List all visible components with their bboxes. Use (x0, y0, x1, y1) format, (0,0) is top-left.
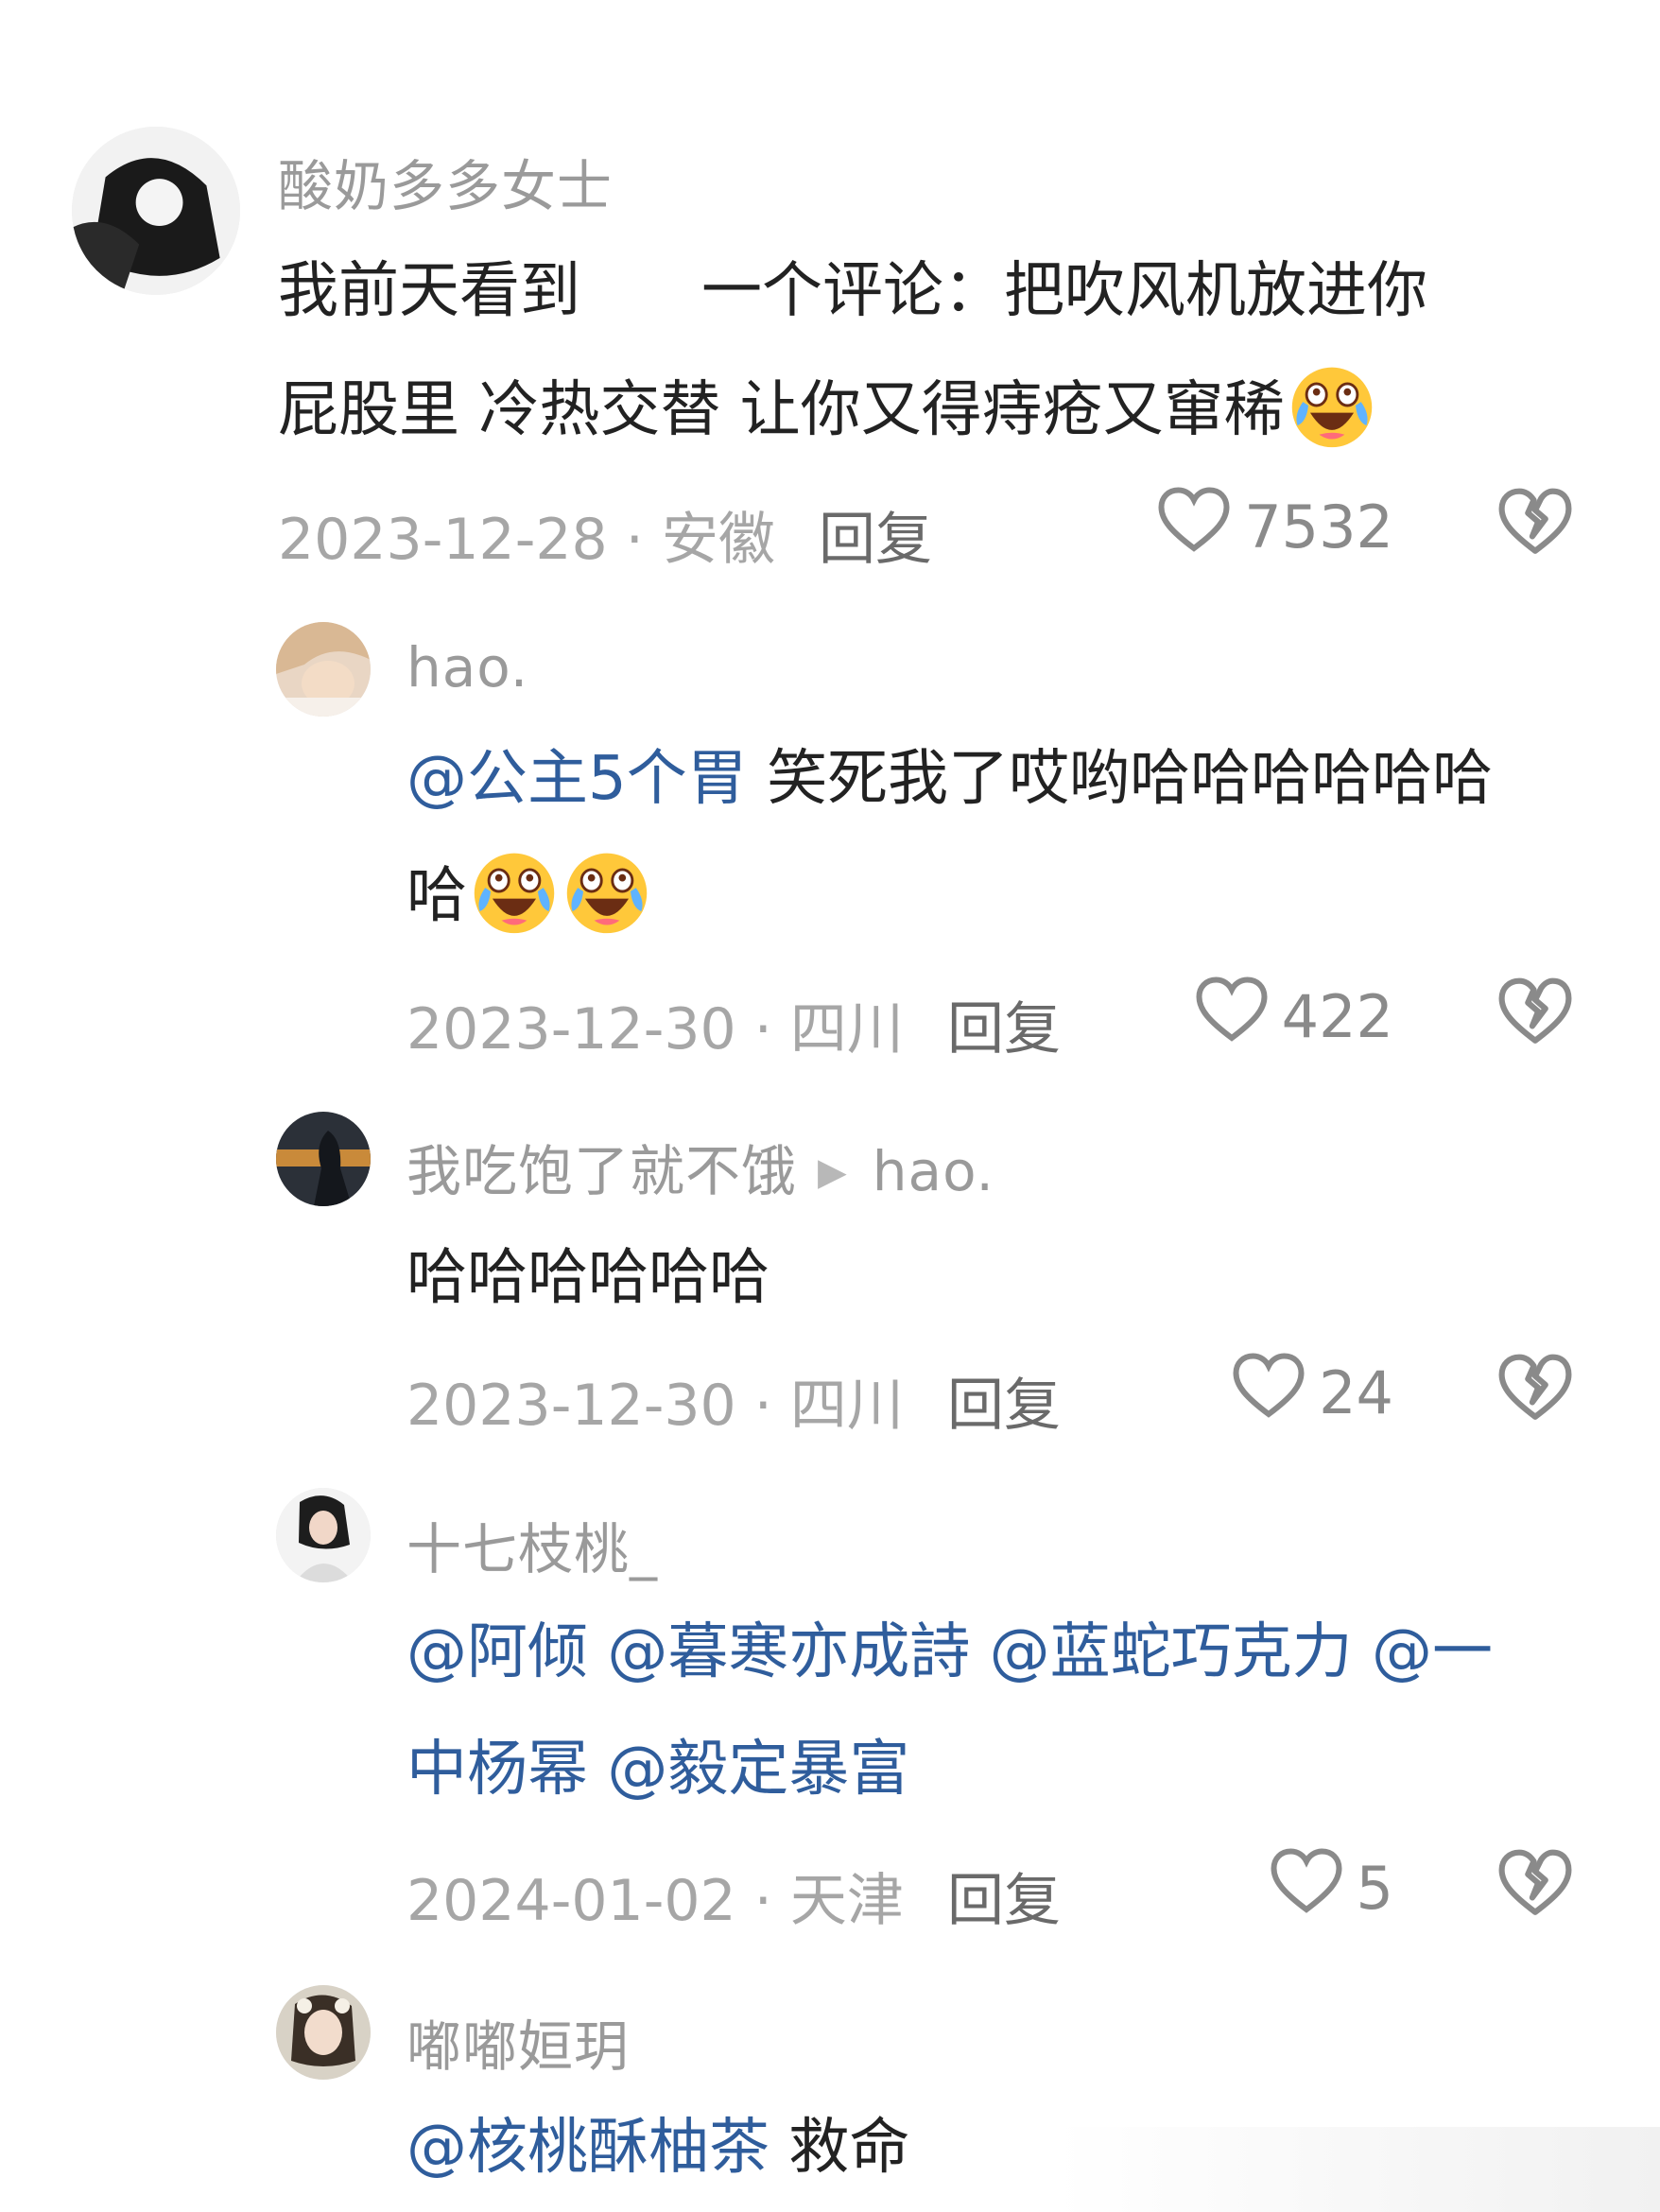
comment-text: 哈 (406, 838, 652, 955)
username[interactable]: 嘟嘟姮玥 (406, 2002, 630, 2082)
date-location: 2023-12-30 · 四川 (406, 1373, 904, 1439)
play-triangle-icon: ▶ (818, 1150, 848, 1194)
reply-target[interactable]: hao. (873, 1139, 994, 1203)
username-text: 我吃饱了就不饿 (406, 1139, 798, 1203)
laugh-cry-emoji (469, 846, 560, 937)
comment-text: 中杨幂 @毅定暴富 (406, 1711, 909, 1828)
comment-text: 哈哈哈哈哈哈 (406, 1219, 769, 1337)
dislike-button[interactable] (1497, 1350, 1573, 1426)
broken-heart-icon (1497, 1849, 1573, 1925)
mention-link[interactable]: @核桃酥柚茶 (406, 2113, 769, 2183)
reply-button[interactable]: 回复 (819, 493, 932, 576)
comment-text: @核桃酥柚茶 救命 (406, 2089, 909, 2206)
username[interactable]: hao. (406, 635, 528, 700)
laugh-cry-emoji (562, 846, 652, 937)
dislike-button[interactable] (1497, 484, 1573, 560)
comment-text: @阿倾 @暮寒亦成詩 @蓝蛇巧克力 @一 (406, 1594, 1493, 1711)
dislike-button[interactable] (1497, 974, 1573, 1049)
avatar[interactable] (276, 1112, 371, 1206)
heart-outline-icon (1232, 1352, 1319, 1434)
avatar[interactable] (276, 1488, 371, 1582)
comment-text-line: 救命 (769, 2113, 910, 2183)
like-count: 24 (1319, 1358, 1393, 1427)
comment-text-line: 哈 (406, 861, 467, 931)
avatar[interactable] (276, 1985, 371, 2080)
broken-heart-icon (1497, 1354, 1573, 1429)
heart-outline-icon (1157, 486, 1244, 568)
date-location: 2023-12-28 · 安徽 (278, 507, 775, 573)
reply-button[interactable]: 回复 (947, 983, 1061, 1065)
date-location: 2024-01-02 · 天津 (406, 1868, 904, 1934)
like-button[interactable]: 422 (1195, 976, 1393, 1058)
comment-text-line: 笑死我了哎哟哈哈哈哈哈哈 (747, 744, 1494, 814)
avatar[interactable] (276, 622, 371, 717)
like-count: 5 (1356, 1854, 1393, 1923)
dislike-button[interactable] (1497, 1845, 1573, 1921)
like-count: 7532 (1244, 493, 1393, 562)
comment-text-line: 哈哈哈哈哈哈 (406, 1243, 769, 1313)
heart-outline-icon (1195, 976, 1282, 1058)
broken-heart-icon (1497, 488, 1573, 563)
mention-link[interactable]: 中杨幂 @毅定暴富 (406, 1735, 909, 1805)
like-button[interactable]: 24 (1232, 1352, 1393, 1434)
mention-link[interactable]: @阿倾 @暮寒亦成詩 @蓝蛇巧克力 @一 (406, 1617, 1493, 1687)
like-button[interactable]: 5 (1270, 1847, 1393, 1929)
reply-button[interactable]: 回复 (947, 1855, 1061, 1937)
comment-text-line: 屁股里 冷热交替 让你又得痔疮又窜稀 (278, 375, 1285, 445)
laugh-cry-emoji (1287, 360, 1377, 451)
reply-button[interactable]: 回复 (947, 1359, 1061, 1442)
like-count: 422 (1281, 982, 1393, 1051)
broken-heart-icon (1497, 977, 1573, 1053)
date-location: 2023-12-30 · 四川 (406, 996, 904, 1063)
username[interactable]: 十七枝桃_ (406, 1505, 658, 1584)
comment-text: 屁股里 冷热交替 让你又得痔疮又窜稀 (278, 352, 1377, 469)
username[interactable]: 酸奶多多女士 (278, 142, 613, 221)
scroll-fade (1055, 2127, 1660, 2212)
heart-outline-icon (1270, 1847, 1357, 1929)
avatar[interactable] (72, 127, 240, 295)
username[interactable]: 我吃饱了就不饿 ▶ hao. (406, 1127, 994, 1206)
comment-text-line: 我前天看到 一个评论：把吹风机放进你 (278, 256, 1427, 326)
mention-link[interactable]: @公主5个胃 (406, 744, 748, 814)
comment-text: 我前天看到 一个评论：把吹风机放进你 (278, 233, 1427, 350)
like-button[interactable]: 7532 (1157, 486, 1393, 568)
comment-text: @公主5个胃 笑死我了哎哟哈哈哈哈哈哈 (406, 720, 1493, 838)
